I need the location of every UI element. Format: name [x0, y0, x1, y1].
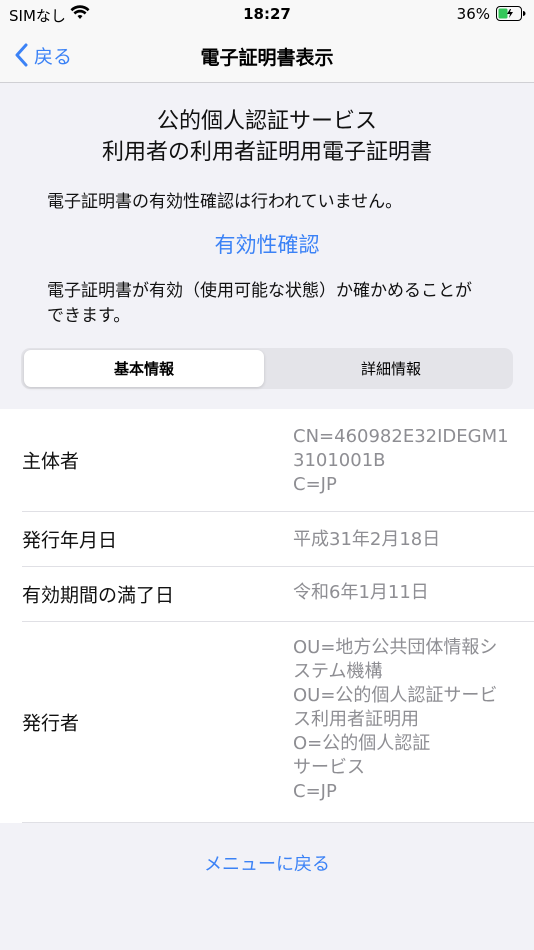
row-label-issuer: 発行者 — [22, 712, 80, 735]
row-label-issue-date: 発行年月日 — [22, 529, 118, 552]
table-row: 発行者 OU=地方公共団体情報システム機構 OU=公的個人認証サービス利用者証明… — [22, 622, 534, 823]
certificate-header: 公的個人認証サービス 利用者の利用者証明用電子証明書 電子証明書の有効性確認は行… — [0, 84, 534, 408]
status-bar: SIMなし 18:27 36% — [0, 0, 534, 28]
table-row: 発行年月日 平成31年2月18日 — [22, 512, 534, 567]
table-row: 主体者 CN=460982E32IDEGM13101001B C=JP — [22, 409, 534, 512]
page-title: 電子証明書表示 — [200, 47, 334, 69]
tab-detail-info[interactable]: 詳細情報 — [271, 350, 511, 387]
validity-check-button[interactable]: 有効性確認 — [0, 229, 534, 259]
row-value-subject: CN=460982E32IDEGM13101001B C=JP — [293, 426, 509, 495]
certificate-title-line1: 公的個人認証サービス — [156, 109, 377, 134]
row-value-issue-date: 平成31年2月18日 — [293, 529, 441, 550]
navigation-bar: 戻る 電子証明書表示 — [0, 28, 534, 83]
certificate-title: 公的個人認証サービス 利用者の利用者証明用電子証明書 — [0, 106, 534, 168]
clock: 18:27 — [243, 5, 291, 23]
row-label-subject: 主体者 — [22, 450, 80, 473]
battery-percentage: 36% — [456, 5, 490, 23]
tab-basic-info[interactable]: 基本情報 — [24, 350, 264, 387]
battery-icon — [496, 6, 526, 21]
info-segmented-control: 基本情報 詳細情報 — [21, 348, 513, 389]
back-to-menu-button[interactable]: メニューに戻る — [0, 850, 534, 876]
validity-description: 電子証明書が有効（使用可能な状態）か確かめることができます。 — [47, 281, 472, 326]
row-label-expiry-date: 有効期間の満了日 — [22, 584, 175, 607]
certificate-info-table: 主体者 CN=460982E32IDEGM13101001B C=JP 発行年月… — [0, 409, 534, 823]
certificate-title-line2: 利用者の利用者証明用電子証明書 — [101, 140, 432, 165]
row-value-issuer: OU=地方公共団体情報システム機構 OU=公的個人認証サービス利用者証明用 O=… — [293, 637, 498, 802]
row-value-expiry-date: 令和6年1月11日 — [293, 582, 429, 603]
table-row: 有効期間の満了日 令和6年1月11日 — [22, 567, 534, 622]
validity-status-note: 電子証明書の有効性確認は行われていません。 — [47, 192, 403, 212]
